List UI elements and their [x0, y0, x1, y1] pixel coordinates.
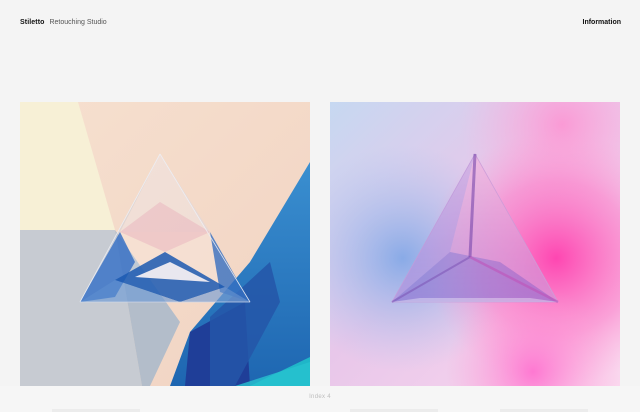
information-link[interactable]: Information — [583, 17, 622, 29]
site-header: Stiletto Retouching Studio Information — [20, 17, 621, 29]
brand-logo[interactable]: Stiletto Retouching Studio — [20, 17, 107, 29]
gallery-grid — [20, 102, 620, 386]
brand-name: Stiletto — [20, 19, 45, 26]
artwork-gradient-image — [330, 102, 620, 386]
artwork-geometric-image — [20, 102, 310, 386]
artwork-tile-geometric[interactable] — [20, 102, 310, 386]
brand-tagline: Retouching Studio — [49, 19, 107, 26]
artwork-tile-gradient[interactable] — [330, 102, 620, 386]
bottom-bar: Index 4 — [0, 386, 640, 412]
index-link[interactable]: Index 4 — [0, 394, 640, 400]
